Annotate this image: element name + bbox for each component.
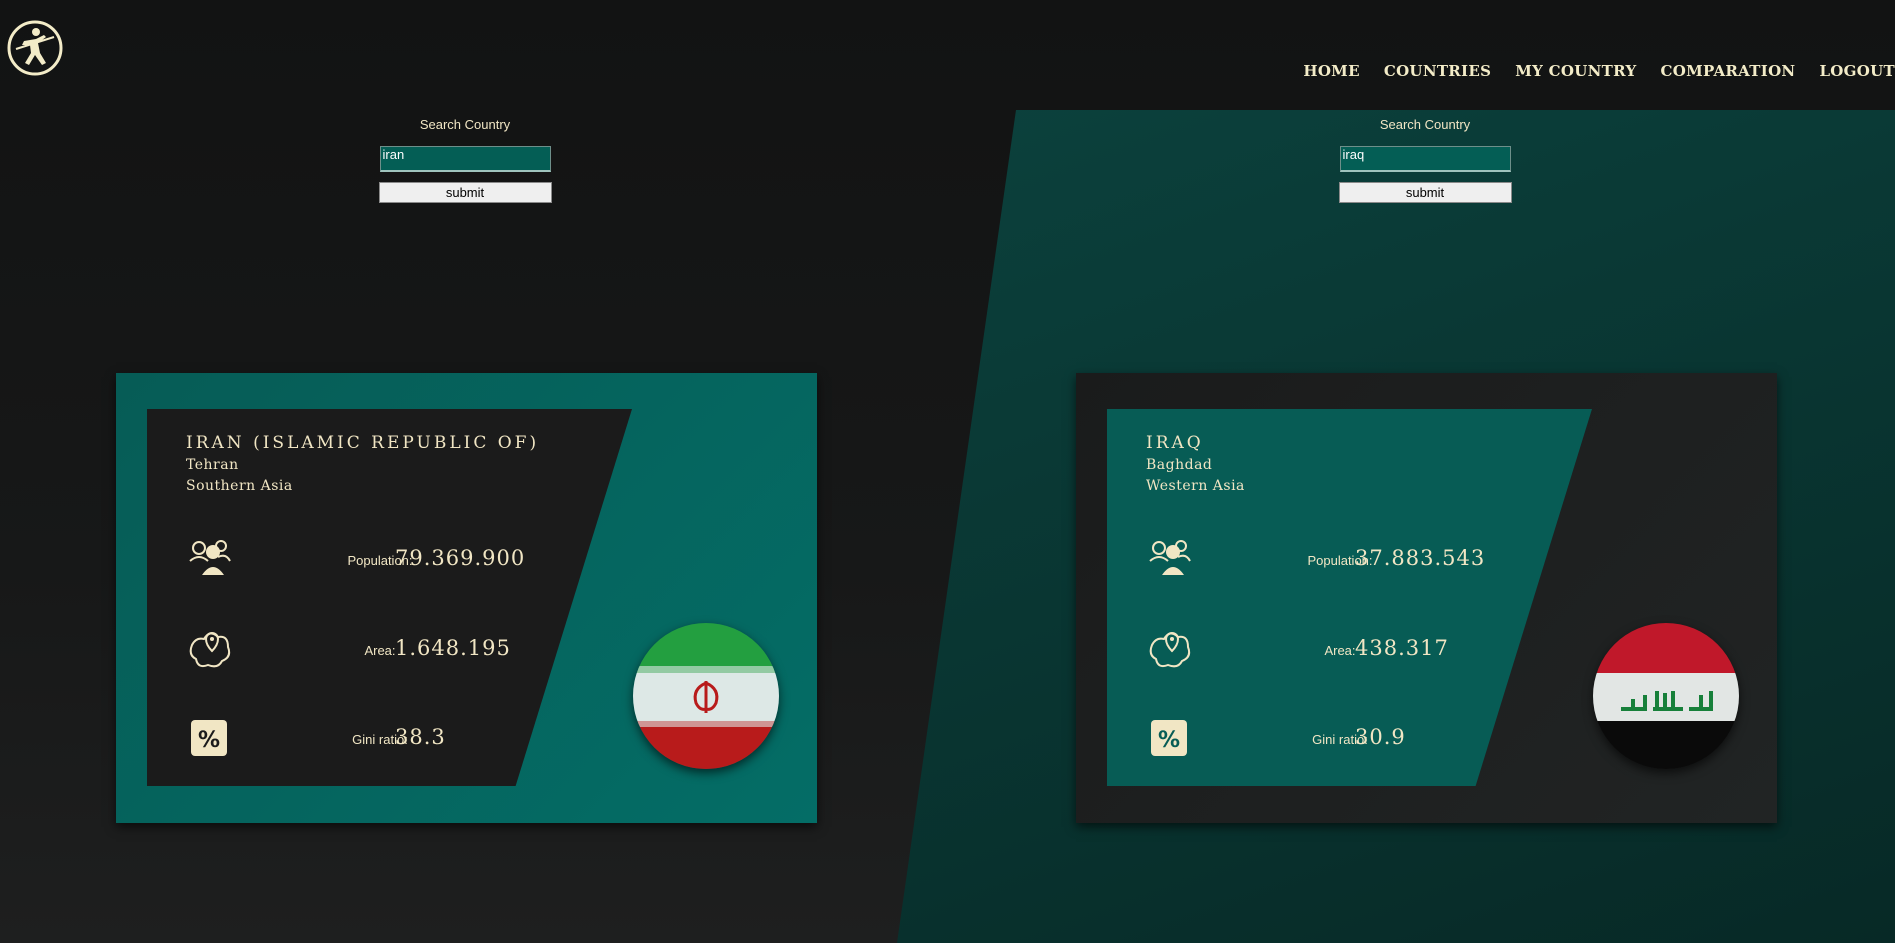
gini-value: 38.3 xyxy=(395,725,446,749)
iraq-flag-icon xyxy=(1593,623,1739,769)
percent-icon: % xyxy=(186,715,232,761)
submit-button-left[interactable]: submit xyxy=(378,182,552,203)
country-card-left: IRAN (ISLAMIC REPUBLIC OF) Tehran Southe… xyxy=(116,373,817,823)
country-name: IRAQ xyxy=(1146,433,1204,453)
logo-icon[interactable] xyxy=(6,19,64,77)
population-value: 79.369.900 xyxy=(395,546,526,570)
search-input-right[interactable]: iraq xyxy=(1339,146,1511,172)
country-name: IRAN (ISLAMIC REPUBLIC OF) xyxy=(186,433,540,453)
search-label: Search Country xyxy=(419,117,511,132)
svg-text:%: % xyxy=(198,728,220,753)
top-nav: HOME COUNTRIES MY COUNTRY COMPARATION LO… xyxy=(1303,62,1895,80)
population-value: 37.883.543 xyxy=(1355,546,1486,570)
submit-button-right[interactable]: submit xyxy=(1338,182,1512,203)
country-region: Western Asia xyxy=(1146,478,1245,494)
svg-text:%: % xyxy=(1158,728,1180,753)
nav-home[interactable]: HOME xyxy=(1303,62,1359,80)
country-card-right: IRAQ Baghdad Western Asia Population: 37… xyxy=(1076,373,1777,823)
area-icon xyxy=(186,625,232,671)
population-icon xyxy=(186,535,232,581)
population-icon xyxy=(1146,535,1192,581)
area-value: 1.648.195 xyxy=(395,636,511,660)
search-label: Search Country xyxy=(1379,117,1471,132)
gini-value: 30.9 xyxy=(1355,725,1406,749)
country-region: Southern Asia xyxy=(186,478,293,494)
nav-comparation[interactable]: COMPARATION xyxy=(1660,62,1795,80)
iran-flag-icon xyxy=(633,623,779,769)
search-form-right: Search Country iraq submit xyxy=(1335,117,1515,203)
area-value: 438.317 xyxy=(1355,636,1449,660)
nav-my-country[interactable]: MY COUNTRY xyxy=(1515,62,1636,80)
country-capital: Baghdad xyxy=(1146,457,1213,473)
nav-countries[interactable]: COUNTRIES xyxy=(1384,62,1491,80)
search-input-left[interactable]: iran xyxy=(379,146,551,172)
nav-logout[interactable]: LOGOUT xyxy=(1819,62,1895,80)
percent-icon: % xyxy=(1146,715,1192,761)
search-form-left: Search Country iran submit xyxy=(375,117,555,203)
country-capital: Tehran xyxy=(186,457,239,473)
area-icon xyxy=(1146,625,1192,671)
